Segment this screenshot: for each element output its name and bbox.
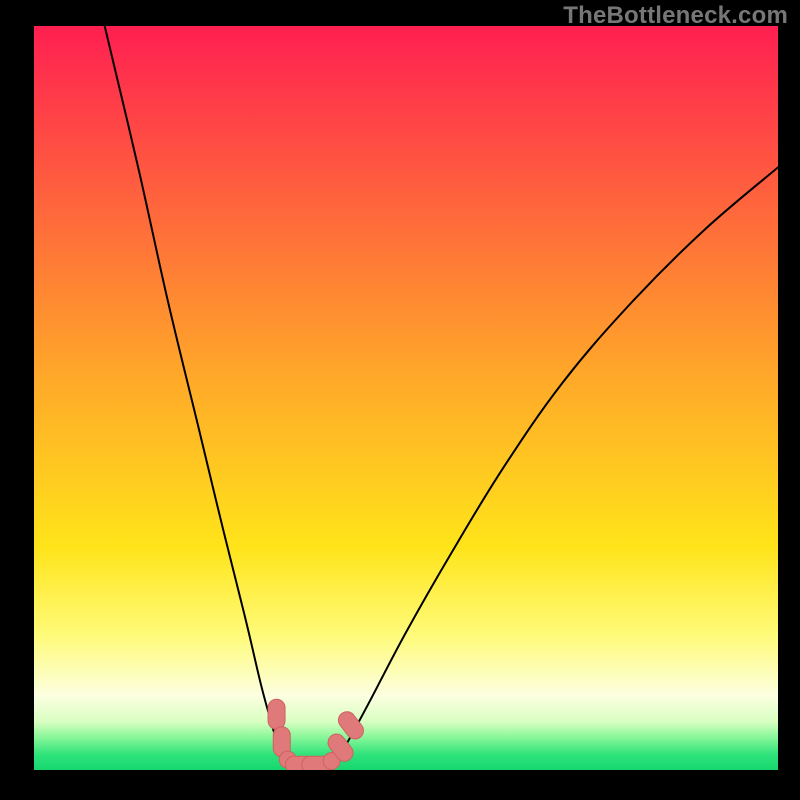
chart-frame: TheBottleneck.com xyxy=(0,0,800,800)
chart-svg xyxy=(34,26,778,770)
chart-plot-area xyxy=(34,26,778,770)
